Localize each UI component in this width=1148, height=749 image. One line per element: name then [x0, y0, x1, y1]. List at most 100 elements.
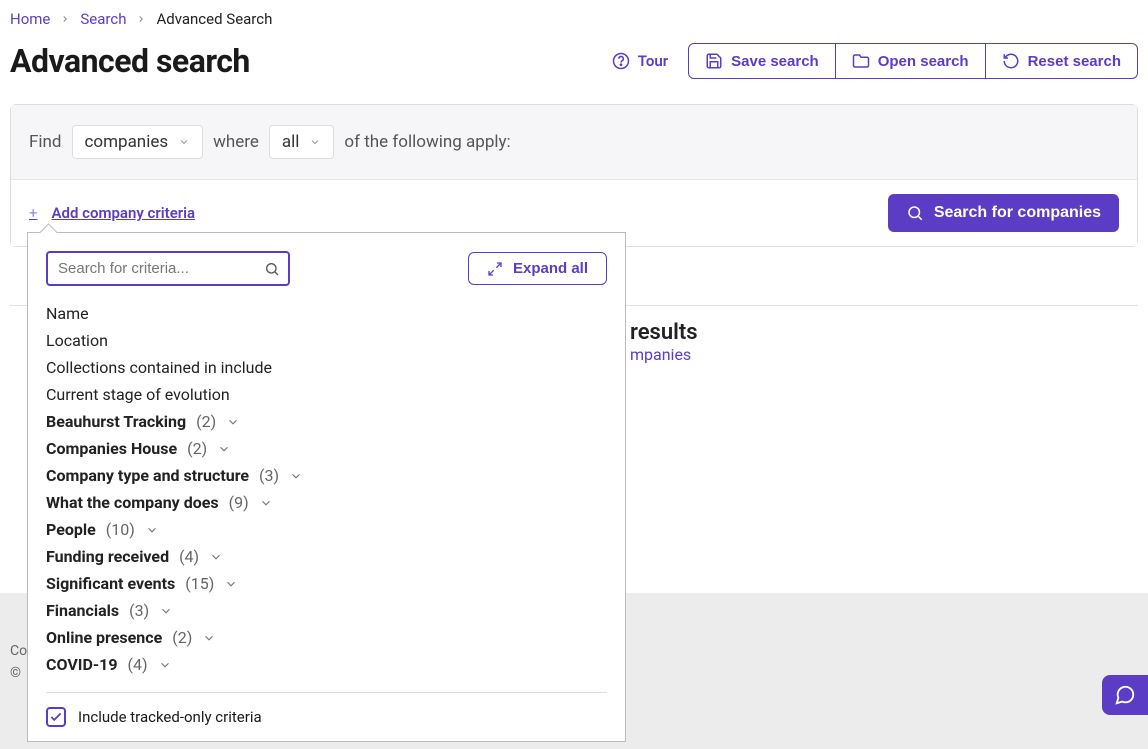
- criteria-item-count: (2): [172, 628, 192, 647]
- criteria-item-label: Beauhurst Tracking: [46, 412, 186, 431]
- criteria-item[interactable]: Name: [46, 300, 607, 327]
- page-header: Advanced search Tour Save search Open se…: [0, 36, 1148, 104]
- chevron-down-icon: [202, 631, 216, 645]
- criteria-item-label: Current stage of evolution: [46, 385, 230, 404]
- criteria-item[interactable]: Current stage of evolution: [46, 381, 607, 408]
- criteria-item-label: What the company does: [46, 493, 219, 512]
- save-icon: [705, 52, 723, 70]
- breadcrumb-home[interactable]: Home: [10, 10, 50, 28]
- find-value: companies: [85, 132, 169, 152]
- criteria-popover: Expand all Name Location Collections conta…: [27, 232, 626, 742]
- criteria-item[interactable]: Funding received (4): [46, 543, 607, 570]
- popover-head: Expand all: [46, 251, 607, 286]
- chevron-down-icon: [159, 604, 173, 618]
- chevron-down-icon: [289, 469, 303, 483]
- chevron-down-icon: [309, 136, 321, 148]
- criteria-item[interactable]: Significant events (15): [46, 570, 607, 597]
- criteria-item-label: Company type and structure: [46, 466, 249, 485]
- criteria-item-label: Companies House: [46, 439, 177, 458]
- chevron-down-icon: [209, 550, 223, 564]
- open-search-label: Open search: [878, 53, 969, 70]
- find-select[interactable]: companies: [72, 125, 204, 159]
- criteria-item[interactable]: What the company does (9): [46, 489, 607, 516]
- criteria-item[interactable]: COVID-19 (4): [46, 651, 607, 678]
- criteria-item-count: (3): [129, 601, 149, 620]
- criteria-list: Name Location Collections contained in inc…: [46, 300, 607, 678]
- chat-fab[interactable]: [1102, 675, 1148, 715]
- criteria-item-count: (4): [179, 547, 199, 566]
- chevron-right-icon: [136, 14, 146, 24]
- criteria-item-label: Collections contained in include: [46, 358, 272, 377]
- reset-search-label: Reset search: [1028, 53, 1121, 70]
- chat-icon: [1114, 684, 1136, 706]
- criteria-item-label: COVID-19: [46, 655, 118, 674]
- chevron-down-icon: [259, 496, 273, 510]
- query-panel: Find companies where all of the followin…: [10, 104, 1138, 247]
- criteria-item-count: (15): [185, 574, 214, 593]
- criteria-item-label: Significant events: [46, 574, 175, 593]
- save-search-button[interactable]: Save search: [688, 43, 836, 79]
- page-title: Advanced search: [10, 42, 250, 80]
- reset-search-button[interactable]: Reset search: [986, 43, 1138, 79]
- where-select[interactable]: all: [269, 125, 335, 159]
- criteria-item[interactable]: Online presence (2): [46, 624, 607, 651]
- expand-all-button[interactable]: Expand all: [468, 252, 607, 285]
- chevron-down-icon: [178, 136, 190, 148]
- search-companies-button[interactable]: Search for companies: [888, 194, 1119, 232]
- include-tracked-checkbox[interactable]: [46, 707, 66, 727]
- criteria-item-count: (9): [229, 493, 249, 512]
- criteria-item[interactable]: Location: [46, 327, 607, 354]
- chevron-down-icon: [217, 442, 231, 456]
- add-criteria-link[interactable]: + Add company criteria: [29, 204, 195, 222]
- search-icon: [906, 204, 924, 222]
- chevron-down-icon: [226, 415, 240, 429]
- criteria-item-label: Financials: [46, 601, 119, 620]
- criteria-item-label: Online presence: [46, 628, 162, 647]
- add-criteria-label: Add company criteria: [52, 204, 196, 222]
- criteria-item[interactable]: Collections contained in include: [46, 354, 607, 381]
- criteria-item-count: (2): [196, 412, 216, 431]
- criteria-item[interactable]: People (10): [46, 516, 607, 543]
- expand-all-label: Expand all: [513, 260, 588, 277]
- criteria-item-label: Funding received: [46, 547, 169, 566]
- criteria-item-count: (10): [106, 520, 135, 539]
- header-actions: Tour Save search Open search Reset searc…: [612, 43, 1138, 79]
- search-companies-label: Search for companies: [934, 204, 1101, 222]
- criteria-item[interactable]: Companies House (2): [46, 435, 607, 462]
- breadcrumb-search[interactable]: Search: [80, 10, 126, 28]
- question-icon: [612, 52, 630, 70]
- popover-footer: Include tracked-only criteria: [46, 692, 607, 727]
- chevron-down-icon: [145, 523, 159, 537]
- criteria-item-label: Name: [46, 304, 89, 323]
- criteria-item[interactable]: Company type and structure (3): [46, 462, 607, 489]
- expand-icon: [487, 261, 503, 277]
- criteria-item-count: (2): [187, 439, 207, 458]
- query-sentence: Find companies where all of the followin…: [11, 105, 1137, 180]
- save-search-label: Save search: [731, 53, 819, 70]
- criteria-item[interactable]: Beauhurst Tracking (2): [46, 408, 607, 435]
- reset-icon: [1002, 52, 1020, 70]
- where-label: where: [213, 132, 259, 152]
- breadcrumb-current: Advanced Search: [156, 10, 272, 28]
- chevron-down-icon: [224, 577, 238, 591]
- criteria-search-wrap: [46, 251, 290, 286]
- include-tracked-label: Include tracked-only criteria: [78, 708, 262, 726]
- breadcrumb: Home Search Advanced Search: [0, 0, 1148, 36]
- criteria-item[interactable]: Financials (3): [46, 597, 607, 624]
- chevron-down-icon: [158, 658, 172, 672]
- criteria-item-label: Location: [46, 331, 108, 350]
- where-value: all: [282, 132, 300, 152]
- find-label: Find: [29, 132, 62, 152]
- open-search-button[interactable]: Open search: [836, 43, 986, 79]
- chevron-right-icon: [60, 14, 70, 24]
- criteria-item-count: (3): [259, 466, 279, 485]
- tour-link[interactable]: Tour: [612, 52, 668, 70]
- query-suffix: of the following apply:: [344, 132, 510, 152]
- criteria-item-count: (4): [128, 655, 148, 674]
- criteria-search-input[interactable]: [46, 251, 290, 286]
- folder-icon: [852, 52, 870, 70]
- search-action-group: Save search Open search Reset search: [688, 43, 1138, 79]
- criteria-item-label: People: [46, 520, 96, 539]
- plus-icon: +: [29, 204, 38, 222]
- tour-label: Tour: [638, 52, 668, 70]
